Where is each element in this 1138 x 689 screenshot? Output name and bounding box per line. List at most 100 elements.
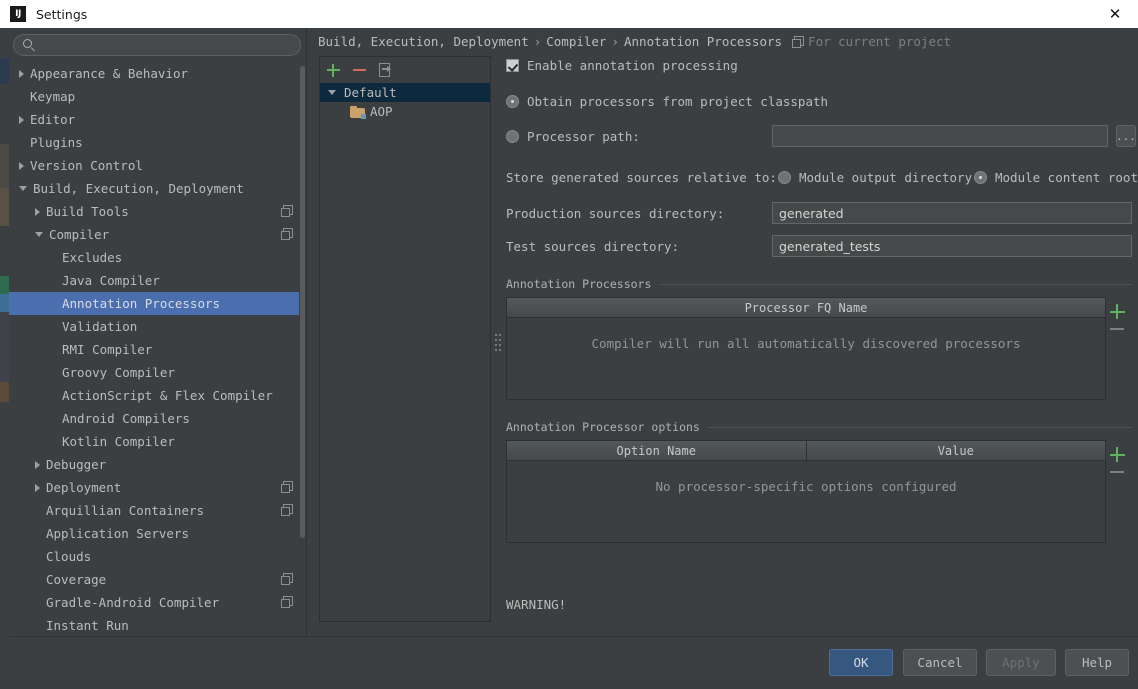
sidebar-item-label: Kotlin Compiler xyxy=(62,434,175,449)
chevron-down-icon[interactable] xyxy=(35,232,43,237)
processors-table[interactable]: Processor FQ Name Compiler will run all … xyxy=(506,297,1125,400)
project-scope-icon xyxy=(281,205,293,217)
sidebar-item-kotlin-compiler[interactable]: Kotlin Compiler xyxy=(9,430,306,453)
enable-annotation-processing-checkbox[interactable] xyxy=(506,58,519,72)
sidebar-item-java-compiler[interactable]: Java Compiler xyxy=(9,269,306,292)
add-profile-button[interactable] xyxy=(320,58,346,82)
sidebar-item-android-compilers[interactable]: Android Compilers xyxy=(9,407,306,430)
processor-path-row[interactable]: Processor path: ... xyxy=(506,125,1136,147)
sidebar-item-label: Coverage xyxy=(46,572,107,587)
dialog-button-bar: OK Cancel Apply Help xyxy=(9,637,1138,689)
sidebar-item-editor[interactable]: Editor xyxy=(9,108,306,131)
settings-sidebar: Appearance & Behavior Keymap Editor Plugins… xyxy=(9,28,306,636)
sidebar-item-gradle-android-compiler[interactable]: Gradle-Android Compiler xyxy=(9,591,306,614)
chevron-right-icon[interactable] xyxy=(35,460,40,469)
sidebar-item-label: Java Compiler xyxy=(62,273,160,288)
sidebar-item-debugger[interactable]: Debugger xyxy=(9,453,306,476)
options-table-side-toolbar xyxy=(1105,441,1129,474)
options-table-empty-message: No processor-specific options configured xyxy=(655,479,957,494)
obtain-from-classpath-radio[interactable] xyxy=(506,94,519,108)
sidebar-item-clouds[interactable]: Clouds xyxy=(9,545,306,568)
processors-column-fq-name[interactable]: Processor FQ Name xyxy=(507,298,1105,317)
production-sources-input[interactable] xyxy=(772,202,1132,224)
obtain-from-classpath-label: Obtain processors from project classpath xyxy=(527,93,829,109)
sidebar-item-label: Clouds xyxy=(46,549,92,564)
settings-category-tree[interactable]: Appearance & Behavior Keymap Editor Plugins… xyxy=(9,62,306,636)
chevron-right-icon[interactable] xyxy=(35,483,40,492)
enable-annotation-processing-row[interactable]: Enable annotation processing xyxy=(506,56,1134,74)
plus-icon xyxy=(326,63,340,77)
sidebar-item-build-execution-deployment[interactable]: Build, Execution, Deployment xyxy=(9,177,306,200)
store-generated-sources-label: Store generated sources relative to: xyxy=(506,169,777,185)
sidebar-item-label: Validation xyxy=(62,319,138,334)
remove-profile-button[interactable] xyxy=(346,58,372,82)
sidebar-item-rmi-compiler[interactable]: RMI Compiler xyxy=(9,338,306,361)
sidebar-item-label: Editor xyxy=(30,112,76,127)
production-sources-row: Production sources directory: xyxy=(506,202,1134,224)
chevron-right-icon[interactable] xyxy=(19,161,24,170)
module-content-root-radio[interactable] xyxy=(974,170,987,184)
processors-table-side-toolbar xyxy=(1105,298,1129,331)
add-processor-button[interactable] xyxy=(1109,304,1125,319)
remove-processor-button[interactable] xyxy=(1110,328,1124,331)
obtain-from-classpath-row[interactable]: Obtain processors from project classpath xyxy=(506,92,1134,110)
sidebar-item-compiler[interactable]: Compiler xyxy=(9,223,306,246)
profile-node-aop[interactable]: AOP xyxy=(320,102,490,121)
breadcrumb-part-2[interactable]: Compiler xyxy=(546,34,606,49)
apply-button: Apply xyxy=(986,649,1056,676)
chevron-down-icon[interactable] xyxy=(19,186,27,191)
test-sources-input[interactable] xyxy=(772,235,1132,257)
search-box[interactable] xyxy=(13,34,301,56)
processor-path-browse-button[interactable]: ... xyxy=(1116,125,1136,147)
sidebar-item-plugins[interactable]: Plugins xyxy=(9,131,306,154)
sidebar-item-excludes[interactable]: Excludes xyxy=(9,246,306,269)
options-table[interactable]: Option Name Value No processor-specific … xyxy=(506,440,1125,543)
processor-path-radio[interactable] xyxy=(506,129,519,143)
processor-path-input[interactable] xyxy=(772,125,1108,147)
module-output-directory-radio[interactable] xyxy=(778,170,791,184)
sidebar-item-keymap[interactable]: Keymap xyxy=(9,85,306,108)
sidebar-item-build-tools[interactable]: Build Tools xyxy=(9,200,306,223)
sidebar-item-label: Gradle-Android Compiler xyxy=(46,595,220,610)
cancel-button[interactable]: Cancel xyxy=(903,649,977,676)
sidebar-item-groovy-compiler[interactable]: Groovy Compiler xyxy=(9,361,306,384)
sidebar-item-actionscript-flex-compiler[interactable]: ActionScript & Flex Compiler xyxy=(9,384,306,407)
profiles-tree[interactable]: Default AOP xyxy=(320,83,490,121)
help-button[interactable]: Help xyxy=(1065,649,1129,676)
options-column-option-name[interactable]: Option Name xyxy=(507,441,807,460)
sidebar-item-application-servers[interactable]: Application Servers xyxy=(9,522,306,545)
enable-annotation-processing-label: Enable annotation processing xyxy=(527,57,738,73)
breadcrumb-part-3[interactable]: Annotation Processors xyxy=(624,34,782,49)
sidebar-item-label: Appearance & Behavior xyxy=(30,66,189,81)
move-to-profile-button[interactable] xyxy=(372,58,398,82)
options-column-value[interactable]: Value xyxy=(807,441,1106,460)
sidebar-item-deployment[interactable]: Deployment xyxy=(9,476,306,499)
breadcrumb-separator-2: › xyxy=(611,34,619,49)
panel-splitter[interactable] xyxy=(492,28,504,622)
sidebar-scrollbar-thumb[interactable] xyxy=(300,66,305,538)
sidebar-item-version-control[interactable]: Version Control xyxy=(9,154,306,177)
sidebar-item-appearance-behavior[interactable]: Appearance & Behavior xyxy=(9,62,306,85)
search-input[interactable] xyxy=(35,37,300,53)
chevron-right-icon[interactable] xyxy=(35,207,40,216)
ok-button[interactable]: OK xyxy=(829,649,893,676)
sidebar-item-validation[interactable]: Validation xyxy=(9,315,306,338)
close-icon[interactable]: ✕ xyxy=(1092,0,1138,28)
chevron-right-icon[interactable] xyxy=(19,115,24,124)
annotation-processors-pane: Enable annotation processing Obtain proc… xyxy=(506,56,1138,689)
chevron-down-icon[interactable] xyxy=(328,90,336,95)
sidebar-item-label: Deployment xyxy=(46,480,122,495)
sidebar-scrollbar[interactable] xyxy=(299,62,306,636)
options-table-header: Option Name Value xyxy=(507,441,1105,461)
profile-node-label: Default xyxy=(344,85,397,100)
add-option-button[interactable] xyxy=(1109,447,1125,462)
chevron-right-icon[interactable] xyxy=(19,69,24,78)
sidebar-item-coverage[interactable]: Coverage xyxy=(9,568,306,591)
dialog-body: Appearance & Behavior Keymap Editor Plugins… xyxy=(9,28,1138,689)
sidebar-item-instant-run[interactable]: Instant Run xyxy=(9,614,306,636)
options-group-label: Annotation Processor options xyxy=(506,420,700,434)
sidebar-item-arquillian-containers[interactable]: Arquillian Containers xyxy=(9,499,306,522)
remove-option-button[interactable] xyxy=(1110,471,1124,474)
sidebar-item-annotation-processors[interactable]: Annotation Processors xyxy=(9,292,306,315)
profile-node-default[interactable]: Default xyxy=(320,83,490,102)
